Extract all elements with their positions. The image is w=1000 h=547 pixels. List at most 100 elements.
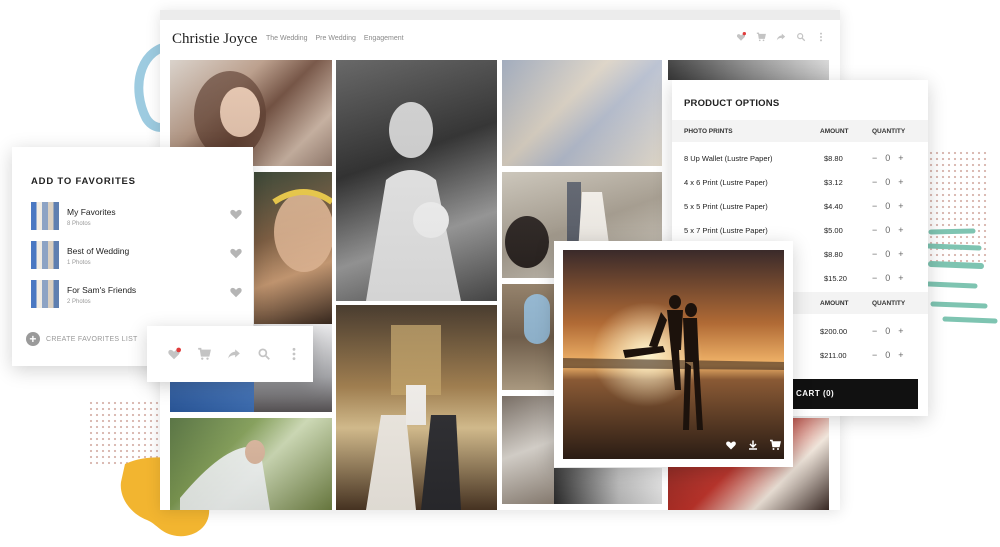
window-top-bar [160,10,840,20]
quantity-stepper: − 0 + [872,350,904,360]
quantity-value: 0 [885,249,891,259]
product-name: 5 x 7 Print (Lustre Paper) [684,226,768,235]
amount-column-header: AMOUNT [820,128,849,135]
photo-car-interior[interactable] [502,396,554,504]
favorites-list-item[interactable]: Best of Wedding 1 Photos [31,241,243,271]
photo-bride-flower-crown[interactable] [254,172,332,324]
product-amount: $3.12 [824,178,843,187]
plus-button[interactable]: + [898,153,903,163]
product-row: 5 x 7 Print (Lustre Paper) $5.00 − 0 + [672,219,928,243]
favorites-list-item[interactable]: For Sam's Friends 2 Photos [31,280,243,310]
quantity-stepper: − 0 + [872,201,904,211]
heart-icon[interactable] [167,347,181,361]
product-row: 4 x 6 Print (Lustre Paper) $3.12 − 0 + [672,171,928,195]
cart-icon[interactable] [197,347,211,361]
minus-button[interactable]: − [872,225,877,235]
nav-the-wedding[interactable]: The Wedding [266,35,308,42]
lightbox-actions [725,439,781,451]
plus-button[interactable]: + [898,225,903,235]
product-name: 4 x 6 Print (Lustre Paper) [684,178,768,187]
heart-icon[interactable] [229,207,243,221]
quantity-value: 0 [885,273,891,283]
gallery-nav: The Wedding Pre Wedding Engagement [266,35,404,42]
decor-teal-strokes [925,226,1000,326]
quantity-stepper: − 0 + [872,326,904,336]
photo-bride-veil[interactable] [170,418,332,510]
plus-circle-icon: + [26,332,40,346]
plus-button[interactable]: + [898,273,903,283]
favorites-list-name: For Sam's Friends [67,285,137,295]
heart-icon[interactable] [736,32,746,42]
favorites-thumbnail [31,241,59,269]
favorites-photo-count: 1 Photos [67,260,91,266]
minus-button[interactable]: − [872,326,877,336]
create-favorites-list-button[interactable]: + CREATE FAVORITES LIST [26,332,138,346]
plus-button[interactable]: + [898,326,903,336]
cart-icon[interactable] [756,32,766,42]
product-options-title: PRODUCT OPTIONS [684,98,780,109]
favorites-list-item[interactable]: My Favorites 8 Photos [31,202,243,232]
plus-button[interactable]: + [898,249,903,259]
cart-button[interactable]: CART (0) [792,379,918,409]
minus-button[interactable]: − [872,201,877,211]
favorites-list-name: Best of Wedding [67,246,130,256]
product-name: 8 Up Wallet (Lustre Paper) [684,154,773,163]
gallery-toolbar [736,32,826,42]
heart-icon[interactable] [229,285,243,299]
photo-church-ceremony[interactable] [336,305,497,510]
minus-button[interactable]: − [872,273,877,283]
favorites-thumbnail [31,202,59,230]
quantity-value: 0 [885,350,891,360]
minus-button[interactable]: − [872,350,877,360]
nav-engagement[interactable]: Engagement [364,35,404,42]
favorites-photo-count: 2 Photos [67,299,91,305]
quantity-column-header: QUANTITY [872,128,906,135]
share-icon[interactable] [227,347,241,361]
quantity-stepper: − 0 + [872,273,904,283]
product-amount: $8.80 [824,154,843,163]
minus-button[interactable]: − [872,177,877,187]
quantity-stepper: − 0 + [872,249,904,259]
search-icon[interactable] [257,347,271,361]
quantity-stepper: − 0 + [872,153,904,163]
product-row: 5 x 5 Print (Lustre Paper) $4.40 − 0 + [672,195,928,219]
minus-button[interactable]: − [872,249,877,259]
photo-dress-lace[interactable] [502,60,662,166]
plus-button[interactable]: + [898,201,903,211]
photo-blue-strip[interactable] [170,382,254,412]
heart-icon[interactable] [725,439,737,451]
photo-lightbox [554,241,793,467]
quantity-value: 0 [885,177,891,187]
cart-icon[interactable] [769,439,781,451]
search-icon[interactable] [796,32,806,42]
photo-blue-door[interactable] [502,284,554,390]
quantity-value: 0 [885,326,891,336]
plus-button[interactable]: + [898,350,903,360]
product-amount: $15.20 [824,274,847,283]
more-icon[interactable] [816,32,826,42]
product-row: 8 Up Wallet (Lustre Paper) $8.80 − 0 + [672,147,928,171]
product-amount: $200.00 [820,327,848,336]
photo-wedding-car[interactable] [554,468,662,504]
heart-icon[interactable] [229,246,243,260]
plus-button[interactable]: + [898,177,903,187]
brand-logo[interactable]: Christie Joyce [172,31,257,48]
favorites-thumbnail [31,280,59,308]
more-icon[interactable] [287,347,301,361]
quantity-value: 0 [885,153,891,163]
favorites-photo-count: 8 Photos [67,221,91,227]
nav-pre-wedding[interactable]: Pre Wedding [316,35,356,42]
photo-dress-back[interactable] [668,60,829,80]
section-name: PHOTO PRINTS [684,128,733,135]
photo-bride-bw[interactable] [336,60,497,301]
download-icon[interactable] [747,439,759,451]
product-amount: $8.80 [824,250,843,259]
share-icon[interactable] [776,32,786,42]
photo-action-toolbar [147,326,313,382]
lightbox-photo-sunset-couple[interactable] [563,250,784,459]
favorites-title: ADD TO FAVORITES [31,176,136,187]
product-name: 5 x 5 Print (Lustre Paper) [684,202,768,211]
favorites-list-name: My Favorites [67,207,116,217]
amount-column-header: AMOUNT [820,300,849,307]
minus-button[interactable]: − [872,153,877,163]
